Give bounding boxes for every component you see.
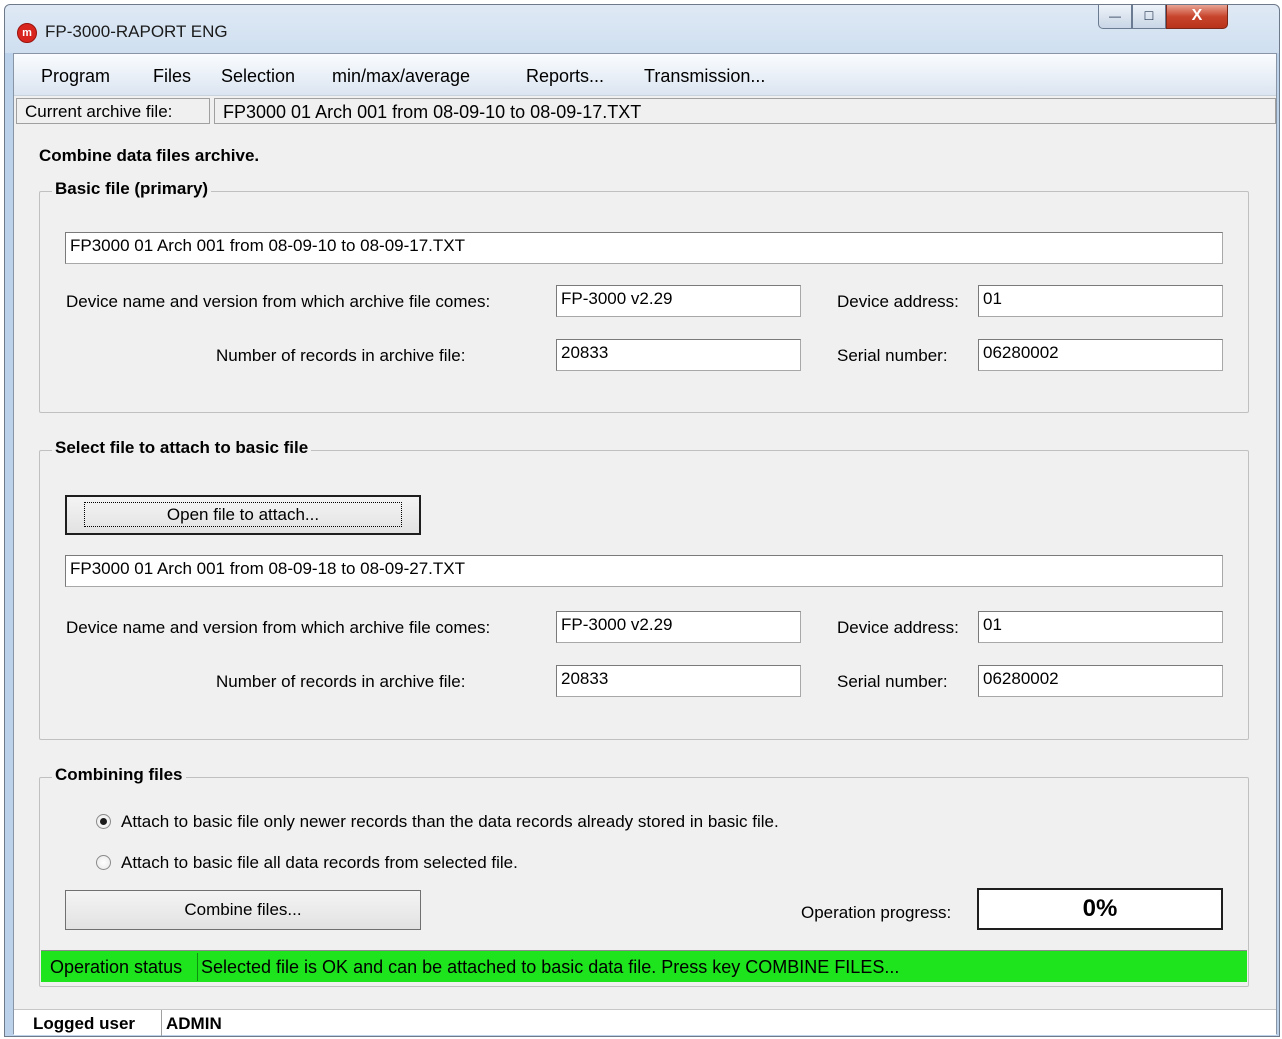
combine-files-button[interactable]: Combine files... [65, 890, 421, 930]
attach-records-label: Number of records in archive file: [216, 672, 466, 691]
current-archive-label: Current archive file: [16, 98, 210, 124]
open-file-to-attach-button[interactable]: Open file to attach... [65, 495, 421, 535]
close-button[interactable]: X [1166, 5, 1228, 29]
basic-device-address-label: Device address: [837, 292, 959, 311]
option-newer-label: Attach to basic file only newer records … [121, 812, 779, 831]
attach-device-name-label: Device name and version from which archi… [66, 618, 491, 637]
basic-device-address-field[interactable]: 01 [978, 285, 1223, 317]
menu-bar: Program Files Selection min/max/average … [14, 54, 1276, 96]
basic-file-group-title: Basic file (primary) [52, 179, 212, 199]
client-area: Program Files Selection min/max/average … [13, 53, 1277, 1036]
attach-device-address-label: Device address: [837, 618, 959, 637]
radio-newer-checked[interactable] [96, 814, 111, 829]
attach-file-group: Select file to attach to basic file Open… [39, 438, 1249, 740]
menu-min-max-average[interactable]: min/max/average [332, 66, 470, 87]
page-title: Combine data files archive. [39, 146, 260, 165]
basic-serial-label: Serial number: [837, 346, 948, 365]
attach-filename-field[interactable]: FP3000 01 Arch 001 from 08-09-18 to 08-0… [65, 555, 1223, 587]
maximize-button[interactable]: ☐ [1132, 5, 1166, 29]
basic-file-group: Basic file (primary) FP3000 01 Arch 001 … [39, 179, 1249, 413]
status-divider [197, 953, 198, 981]
combining-files-group-title: Combining files [52, 765, 186, 785]
basic-records-label: Number of records in archive file: [216, 346, 466, 365]
menu-transmission[interactable]: Transmission... [644, 66, 765, 87]
operation-status-message: Selected file is OK and can be attached … [201, 957, 900, 977]
title-bar[interactable]: m FP-3000-RAPORT ENG — ☐ X [5, 5, 1279, 53]
operation-progress-label: Operation progress: [801, 903, 952, 922]
attach-serial-field[interactable]: 06280002 [978, 665, 1223, 697]
operation-status-label: Operation status [50, 957, 183, 977]
menu-selection[interactable]: Selection [221, 66, 295, 87]
app-window: m FP-3000-RAPORT ENG — ☐ X Program Files… [4, 4, 1280, 1037]
basic-records-field[interactable]: 20833 [556, 339, 801, 371]
option-all-label: Attach to basic file all data records fr… [121, 853, 518, 872]
attach-serial-label: Serial number: [837, 672, 948, 691]
option-all-records[interactable]: Attach to basic file all data records fr… [96, 853, 518, 873]
app-logo-icon: m [17, 23, 37, 43]
operation-status-bar: Operation status Selected file is OK and… [41, 950, 1247, 982]
logged-user-divider [161, 1010, 162, 1036]
menu-files[interactable]: Files [153, 66, 191, 87]
menu-program[interactable]: Program [41, 66, 110, 87]
basic-filename-field[interactable]: FP3000 01 Arch 001 from 08-09-10 to 08-0… [65, 232, 1223, 264]
option-newer-records[interactable]: Attach to basic file only newer records … [96, 812, 779, 832]
open-file-button-label: Open file to attach... [83, 502, 403, 527]
attach-records-field[interactable]: 20833 [556, 665, 801, 697]
logged-user-label: Logged user [33, 1014, 136, 1033]
window-title: FP-3000-RAPORT ENG [45, 22, 228, 41]
operation-progress-value: 0% [977, 888, 1223, 930]
logged-user-bar: Logged user ADMIN [14, 1009, 1276, 1036]
current-archive-row: Current archive file: FP3000 01 Arch 001… [16, 98, 1276, 126]
attach-device-name-field[interactable]: FP-3000 v2.29 [556, 611, 801, 643]
current-archive-value: FP3000 01 Arch 001 from 08-09-10 to 08-0… [214, 98, 1276, 124]
basic-serial-field[interactable]: 06280002 [978, 339, 1223, 371]
basic-device-name-label: Device name and version from which archi… [66, 292, 491, 311]
logged-user-value: ADMIN [166, 1014, 222, 1033]
radio-all-unchecked[interactable] [96, 855, 111, 870]
attach-file-group-title: Select file to attach to basic file [52, 438, 312, 458]
basic-device-name-field[interactable]: FP-3000 v2.29 [556, 285, 801, 317]
minimize-button[interactable]: — [1098, 5, 1132, 29]
attach-device-address-field[interactable]: 01 [978, 611, 1223, 643]
menu-reports[interactable]: Reports... [526, 66, 604, 87]
